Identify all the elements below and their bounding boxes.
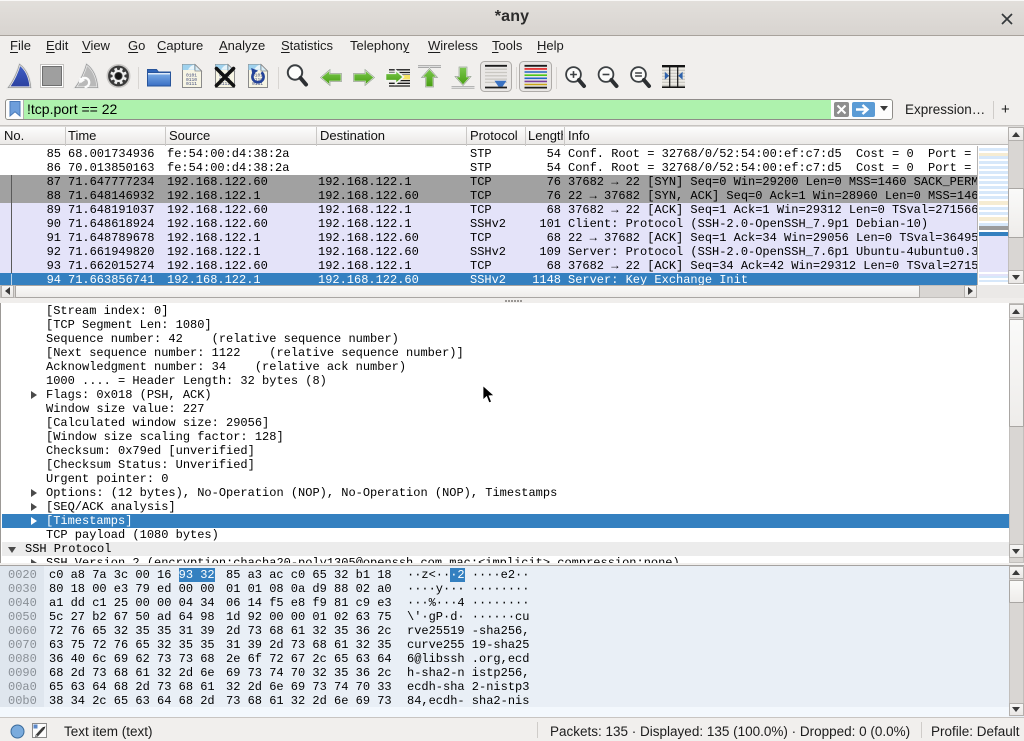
svg-text:0111: 0111 (186, 81, 197, 87)
